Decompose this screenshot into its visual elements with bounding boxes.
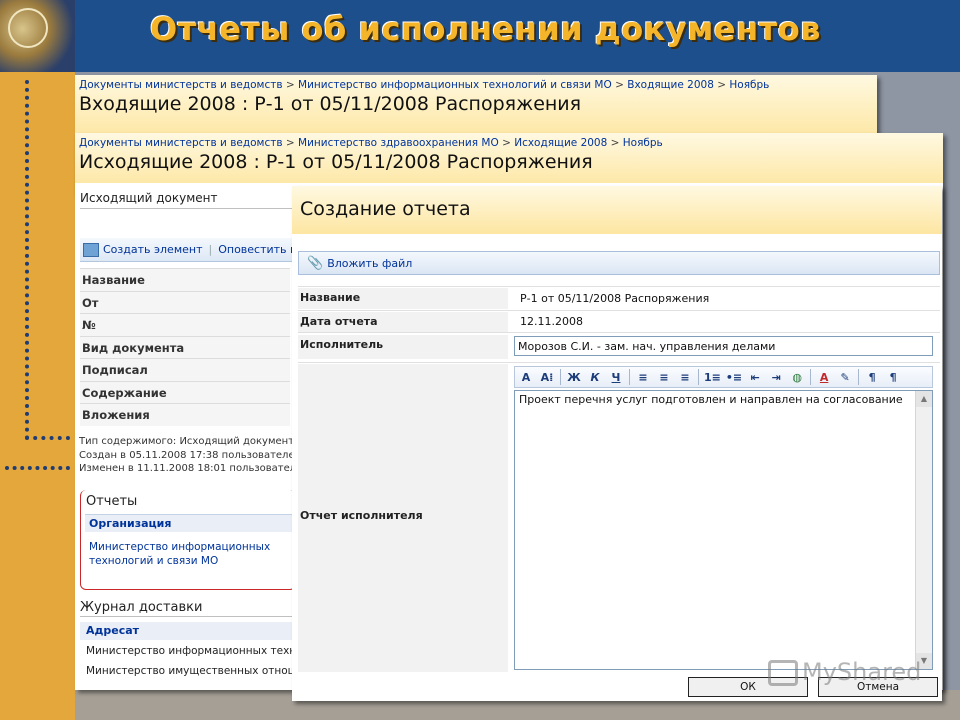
editor-scrollbar[interactable]: ▲ ▼ bbox=[915, 391, 932, 669]
page-title: Входящие 2008 : Р-1 от 05/11/2008 Распор… bbox=[79, 93, 582, 115]
rich-text-toolbar: A A⁞ Ж К Ч ≡ ≡ ≡ 1≡ •≡ ⇤ ⇥ ◍ A ✎ ¶ ¶ bbox=[514, 366, 933, 388]
modified-text: Изменен в 11.11.2008 18:01 пользователе bbox=[79, 463, 303, 474]
page-title: Исходящие 2008 : Р-1 от 05/11/2008 Распо… bbox=[79, 151, 593, 173]
attach-file-button[interactable]: Вложить файл bbox=[327, 257, 412, 270]
divider bbox=[298, 362, 940, 363]
field-label: Название bbox=[80, 268, 290, 291]
slide-title: Отчеты об исполнении документов bbox=[150, 10, 821, 48]
reports-title: Отчеты bbox=[86, 494, 138, 509]
report-date-value: 12.11.2008 bbox=[520, 315, 583, 328]
name-value: Р-1 от 05/11/2008 Распоряжения bbox=[520, 292, 710, 305]
dotted-line bbox=[5, 466, 70, 470]
attach-toolbar: 📎 Вложить файл bbox=[298, 251, 940, 275]
breadcrumb: Документы министерств и ведомств > Минис… bbox=[79, 137, 663, 149]
field-label: Дата отчета bbox=[298, 312, 508, 333]
dotted-line bbox=[25, 80, 29, 440]
field-label: Название bbox=[298, 288, 508, 309]
align-left-icon[interactable]: ≡ bbox=[635, 369, 651, 385]
dotted-line bbox=[25, 436, 70, 440]
breadcrumb-link[interactable]: Входящие 2008 bbox=[627, 79, 714, 91]
field-label: Вложения bbox=[80, 403, 290, 426]
executor-field[interactable] bbox=[514, 336, 933, 356]
breadcrumb: Документы министерств и ведомств > Минис… bbox=[79, 79, 770, 91]
field-label: От bbox=[80, 290, 290, 313]
create-item-icon bbox=[83, 242, 99, 257]
delivery-log-title: Журнал доставки bbox=[80, 600, 296, 617]
hyperlink-icon[interactable]: ◍ bbox=[789, 369, 805, 385]
underline-icon[interactable]: Ч bbox=[608, 369, 624, 385]
watermark-logo: MyShared bbox=[768, 658, 921, 686]
clock-icon bbox=[8, 8, 48, 48]
field-label: Вид документа bbox=[80, 335, 290, 358]
numbered-list-icon[interactable]: 1≡ bbox=[704, 369, 721, 385]
left-decor-band bbox=[0, 72, 75, 720]
report-organization-link[interactable]: Министерство информационных технологий и… bbox=[89, 540, 289, 568]
font-size-icon[interactable]: A⁞ bbox=[539, 369, 555, 385]
divider bbox=[298, 310, 940, 311]
field-label: Подписал bbox=[80, 358, 290, 381]
paperclip-icon: 📎 bbox=[307, 255, 324, 271]
breadcrumb-link[interactable]: Документы министерств и ведомств bbox=[79, 137, 283, 149]
divider bbox=[298, 332, 940, 333]
align-center-icon[interactable]: ≡ bbox=[656, 369, 672, 385]
list-item[interactable]: Министерство информационных техн bbox=[80, 645, 296, 657]
bold-icon[interactable]: Ж bbox=[566, 369, 582, 385]
window-header: Документы министерств и ведомств > Минис… bbox=[75, 75, 877, 133]
list-item[interactable]: Министерство имущественных отнош bbox=[80, 665, 296, 677]
field-list: Название От № Вид документа Подписал Сод… bbox=[80, 268, 290, 426]
column-header[interactable]: Адресат bbox=[80, 622, 296, 640]
indent-icon[interactable]: ⇥ bbox=[768, 369, 784, 385]
create-item-button[interactable]: Создать элемент bbox=[103, 243, 203, 256]
bullet-list-icon[interactable]: •≡ bbox=[726, 369, 742, 385]
created-text: Создан в 05.11.2008 17:38 пользователем bbox=[79, 449, 303, 461]
field-label: Исполнитель bbox=[298, 335, 508, 359]
italic-icon[interactable]: К bbox=[587, 369, 603, 385]
font-color-icon[interactable]: A bbox=[518, 369, 534, 385]
rtl-direction-icon[interactable]: ¶ bbox=[885, 369, 901, 385]
content-type-text: Тип содержимого: Исходящий документ bbox=[79, 436, 295, 447]
report-text[interactable]: Проект перечня услуг подготовлен и напра… bbox=[519, 393, 911, 406]
item-metadata: Тип содержимого: Исходящий документ Созд… bbox=[79, 435, 303, 476]
executor-report-editor[interactable]: Проект перечня услуг подготовлен и напра… bbox=[514, 390, 933, 670]
breadcrumb-link[interactable]: Документы министерств и ведомств bbox=[79, 79, 283, 91]
breadcrumb-link[interactable]: Ноябрь bbox=[623, 137, 663, 149]
align-right-icon[interactable]: ≡ bbox=[677, 369, 693, 385]
field-label: № bbox=[80, 313, 290, 336]
breadcrumb-link[interactable]: Министерство здравоохранения МО bbox=[298, 137, 499, 149]
breadcrumb-link[interactable]: Ноябрь bbox=[729, 79, 769, 91]
dialog-title: Создание отчета bbox=[300, 198, 471, 220]
field-label: Содержание bbox=[80, 380, 290, 403]
ltr-direction-icon[interactable]: ¶ bbox=[864, 369, 880, 385]
reports-panel: Отчеты Организация Министерство информац… bbox=[80, 490, 296, 590]
divider bbox=[298, 286, 940, 287]
watermark-text: MyShared bbox=[802, 658, 922, 686]
clock-corner-image bbox=[0, 0, 75, 72]
field-label: Отчет исполнителя bbox=[298, 364, 508, 672]
breadcrumb-link[interactable]: Министерство информационных технологий и… bbox=[298, 79, 612, 91]
dialog-header: Создание отчета bbox=[292, 186, 942, 234]
breadcrumb-link[interactable]: Исходящие 2008 bbox=[514, 137, 607, 149]
highlight-icon[interactable]: ✎ bbox=[837, 369, 853, 385]
create-report-dialog: Создание отчета 📎 Вложить файл Название … bbox=[292, 186, 942, 701]
column-header[interactable]: Организация bbox=[85, 514, 295, 532]
watermark-icon bbox=[768, 660, 798, 686]
text-color-icon[interactable]: A bbox=[816, 369, 832, 385]
scroll-up-icon[interactable]: ▲ bbox=[916, 391, 932, 407]
window-header: Документы министерств и ведомств > Минис… bbox=[75, 133, 943, 183]
outdent-icon[interactable]: ⇤ bbox=[747, 369, 763, 385]
